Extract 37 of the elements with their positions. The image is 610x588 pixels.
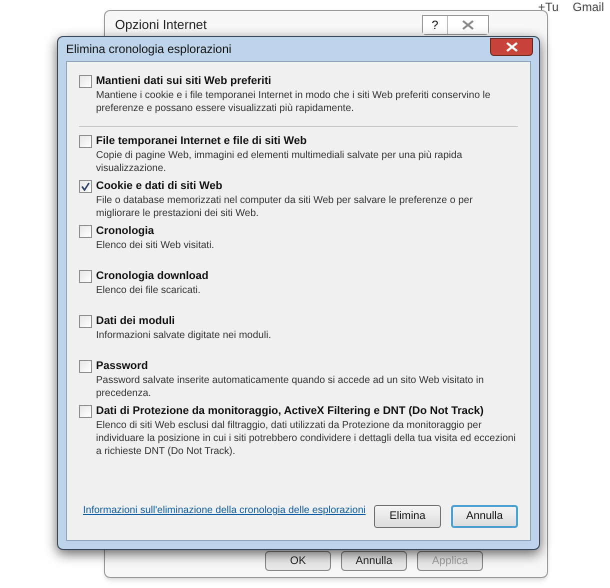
checkbox[interactable] (79, 315, 92, 328)
checkbox[interactable] (79, 405, 92, 418)
option-description: Mantiene i cookie e i file temporanei Internet in modo che i siti Web preferiti conservino le preferenze e possano essere visualizzati più rapidamente. (96, 89, 492, 115)
dialog-button[interactable]: Annulla (451, 505, 518, 528)
option-description: Elenco dei file scaricati. (96, 284, 202, 297)
option-description: Elenco di siti Web esclusi dal filtraggio, dati utilizzati da Protezione da monitoraggio per individuare la posizione in cui i siti potrebbero condividere i dettagli della tua visita ed eccezioni a richieste DNT (Do Not Track). (96, 419, 517, 458)
checkbox[interactable] (79, 135, 92, 148)
option-description: Password salvate inserite automaticamente quando si accede ad un sito Web visitato in precedenza. (96, 374, 485, 400)
option-label[interactable]: Cronologia download (96, 269, 208, 284)
option-description: Elenco dei siti Web visitati. (96, 239, 216, 252)
checkbox[interactable] (79, 75, 92, 88)
option-label[interactable]: Mantieni dati sui siti Web preferiti (96, 74, 518, 89)
dialog-title: Elimina cronologia esplorazioni (66, 41, 232, 58)
dialog-button[interactable]: OK (265, 551, 331, 571)
option-label[interactable]: Dati dei moduli (96, 314, 274, 329)
checkbox[interactable] (79, 360, 92, 373)
checkbox[interactable] (79, 225, 92, 238)
option-description: File o database memorizzati nel computer da siti Web per salvare le preferenze o per migliorare le prestazioni dei siti Web. (96, 194, 474, 220)
option-description: Informazioni salvate digitate nei moduli. (96, 329, 272, 342)
help-button[interactable]: ? (423, 16, 448, 34)
top-link[interactable]: Gmail (572, 0, 604, 14)
window-title: Opzioni Internet (115, 16, 208, 34)
close-button[interactable] (490, 38, 533, 56)
dialog-button[interactable]: Elimina (374, 505, 441, 528)
info-link[interactable]: Informazioni sull'eliminazione della cronologia delle esplorazioni (83, 503, 366, 518)
checkbox[interactable] (79, 180, 92, 193)
close-icon (462, 20, 474, 30)
option-label[interactable]: Password (96, 359, 518, 374)
option-label[interactable]: Cookie e dati di siti Web (96, 179, 518, 194)
option-label[interactable]: Cronologia (96, 224, 216, 239)
option-description: Copie di pagine Web, immagini ed elementi multimediali salvate per una più rapida visualizzazione. (96, 149, 464, 175)
option-label[interactable]: Dati di Protezione da monitoraggio, ActiveX Filtering e DNT (Do Not Track) (96, 404, 518, 419)
dialog-button[interactable]: Annulla (341, 551, 407, 571)
checkbox[interactable] (79, 270, 92, 283)
top-link[interactable]: +Tu (538, 0, 559, 14)
close-icon (506, 42, 518, 52)
option-label[interactable]: File temporanei Internet e file di siti Web (96, 134, 518, 149)
